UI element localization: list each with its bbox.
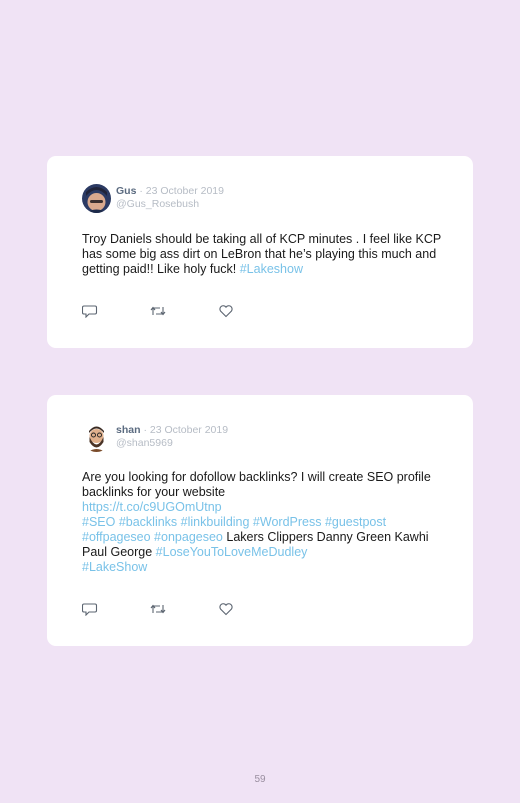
tweet-text: Are you looking for dofollow backlinks? … bbox=[82, 470, 447, 575]
like-icon[interactable] bbox=[218, 602, 234, 616]
reply-icon[interactable] bbox=[81, 602, 98, 617]
tweet-body: Are you looking for dofollow backlinks? … bbox=[82, 470, 431, 499]
reply-icon[interactable] bbox=[81, 304, 98, 319]
hashtag-line[interactable]: #offpageseo #onpageseo bbox=[82, 530, 223, 544]
tweet-text: Troy Daniels should be taking all of KCP… bbox=[82, 232, 447, 277]
author-name[interactable]: shan bbox=[116, 424, 141, 436]
url-link[interactable]: https://t.co/c9UGOmUtnp bbox=[82, 500, 447, 515]
author-handle[interactable]: @Gus_Rosebush bbox=[116, 198, 224, 211]
avatar[interactable] bbox=[82, 423, 111, 452]
avatar[interactable] bbox=[82, 184, 111, 213]
like-icon[interactable] bbox=[218, 304, 234, 318]
tweet-header: shan · 23 October 2019 @shan5969 bbox=[116, 424, 228, 450]
tweet-date[interactable]: · 23 October 2019 bbox=[143, 424, 228, 436]
tweet-header: Gus · 23 October 2019 @Gus_Rosebush bbox=[116, 185, 224, 211]
retweet-icon[interactable] bbox=[149, 304, 166, 318]
hashtag-link[interactable]: #LakeShow bbox=[82, 560, 447, 575]
tweet-date[interactable]: · 23 October 2019 bbox=[139, 185, 224, 197]
hashtag-line[interactable]: #SEO #backlinks #linkbuilding #WordPress… bbox=[82, 515, 447, 530]
tweet-card: Gus · 23 October 2019 @Gus_Rosebush Troy… bbox=[47, 156, 473, 348]
page-number: 59 bbox=[254, 774, 266, 785]
retweet-icon[interactable] bbox=[149, 602, 166, 616]
author-handle[interactable]: @shan5969 bbox=[116, 437, 228, 450]
author-name[interactable]: Gus bbox=[116, 185, 136, 197]
hashtag-link[interactable]: #LoseYouToLoveMeDudley bbox=[156, 545, 308, 559]
tweet-card: shan · 23 October 2019 @shan5969 Are you… bbox=[47, 395, 473, 646]
hashtag-link[interactable]: #Lakeshow bbox=[240, 262, 303, 276]
